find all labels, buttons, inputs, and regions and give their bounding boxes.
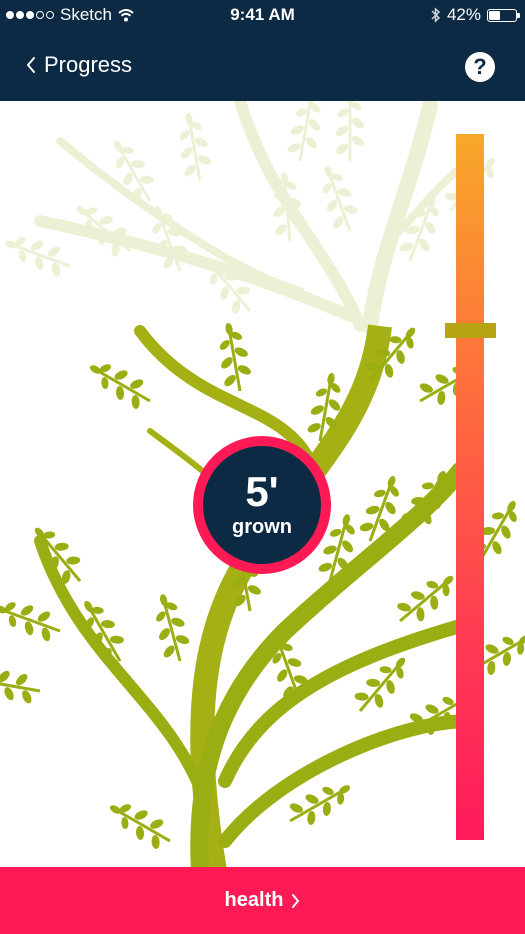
battery-tip — [517, 12, 520, 18]
nav-bar: Progress ? — [0, 30, 525, 101]
health-button[interactable]: health — [0, 867, 525, 934]
help-button[interactable]: ? — [465, 52, 495, 82]
health-label: health — [224, 889, 284, 911]
page-title: Progress — [44, 52, 133, 77]
status-right: 42% — [431, 5, 520, 25]
gauge-marker[interactable] — [445, 323, 496, 338]
help-icon: ? — [473, 54, 487, 79]
tree-progress-view: 5' grown — [0, 101, 525, 867]
battery-level — [489, 10, 500, 20]
progress-badge: 5' grown — [193, 436, 331, 574]
battery-icon — [487, 8, 520, 22]
status-bar: Sketch 9:41 AM 42% — [0, 0, 525, 30]
battery-percent: 42% — [446, 5, 481, 24]
growth-gauge — [456, 134, 484, 840]
progress-label: grown — [232, 516, 292, 538]
back-button[interactable]: Progress — [26, 52, 132, 78]
progress-value: 5' — [245, 468, 279, 515]
bluetooth-icon — [431, 7, 441, 23]
progress-badge-inner: 5' grown — [203, 446, 321, 564]
chevron-right-icon — [292, 893, 300, 908]
faded-canopy — [0, 101, 509, 334]
grown-tree — [0, 316, 525, 867]
chevron-left-icon — [27, 57, 35, 73]
